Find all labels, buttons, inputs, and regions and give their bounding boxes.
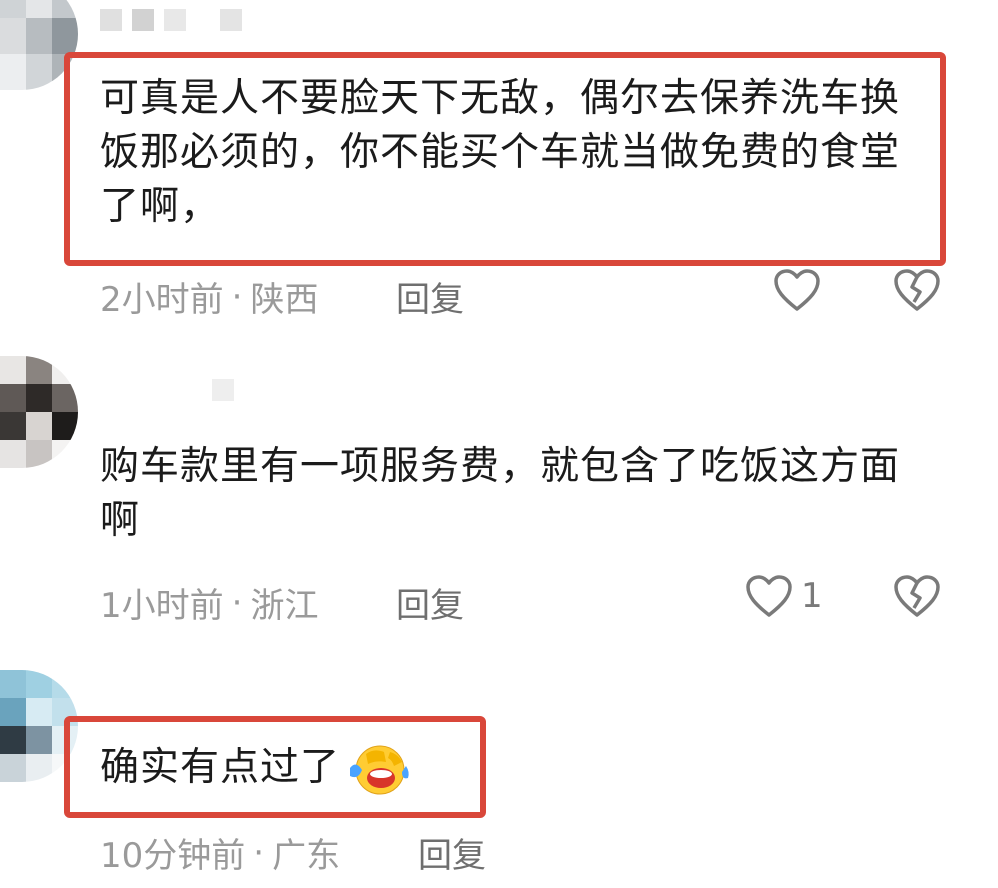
like-button[interactable] [773, 268, 829, 312]
comment-location: 陕西 [250, 280, 319, 320]
avatar[interactable] [0, 356, 78, 468]
laughing-tears-emoji-icon [346, 740, 410, 796]
like-button[interactable]: 1 [745, 574, 823, 618]
comment-item: 可真是人不要脸天下无敌，偶尔去保养洗车换饭那必须的，你不能买个车就当做免费的食堂… [0, 0, 998, 330]
comment-text: 购车款里有一项服务费，就包含了吃饭这方面啊 [100, 444, 901, 543]
comment-location: 浙江 [250, 586, 319, 626]
reply-button[interactable]: 回复 [396, 578, 464, 627]
username-blurred[interactable] [100, 8, 242, 32]
dislike-button[interactable] [893, 268, 941, 312]
broken-heart-icon [893, 268, 941, 312]
meta-separator: · [231, 276, 243, 317]
comment-meta: 2小时前 · 陕西 [100, 272, 318, 321]
comment-meta: 1小时前 · 浙江 [100, 578, 318, 627]
comment-location: 广东 [272, 836, 341, 876]
comment-text: 可真是人不要脸天下无敌，偶尔去保养洗车换饭那必须的，你不能买个车就当做免费的食堂… [100, 76, 901, 229]
comment-meta: 10分钟前 · 广东 [100, 828, 340, 877]
comment-time: 1小时前 [100, 586, 224, 626]
heart-outline-icon [773, 268, 821, 312]
comment-item: 确实有点过了 10分钟前 · 广东 回复 [0, 640, 998, 888]
username-blurred[interactable] [212, 378, 234, 402]
comment-text-content: 确实有点过了 [100, 745, 341, 790]
meta-separator: · [253, 832, 265, 873]
comment-item: 购车款里有一项服务费，就包含了吃饭这方面啊 1小时前 · 浙江 回复 1 [0, 330, 998, 640]
heart-outline-icon [745, 574, 793, 618]
reply-button[interactable]: 回复 [418, 828, 486, 877]
meta-separator: · [231, 582, 243, 623]
like-count: 1 [801, 576, 823, 616]
broken-heart-icon [893, 574, 941, 618]
comment-time: 2小时前 [100, 280, 224, 320]
comment-time: 10分钟前 [100, 836, 246, 876]
comment-text: 确实有点过了 [100, 740, 410, 796]
reply-button[interactable]: 回复 [396, 272, 464, 321]
dislike-button[interactable] [893, 574, 941, 618]
